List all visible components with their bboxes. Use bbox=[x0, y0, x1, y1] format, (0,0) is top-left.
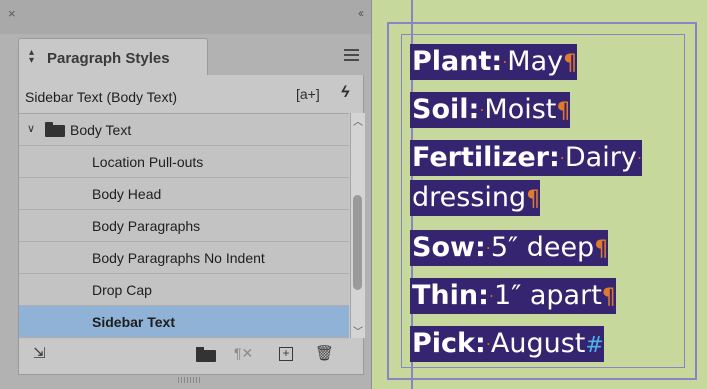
style-item-body-paragraphs[interactable]: Body Paragraphs bbox=[19, 210, 349, 242]
line-value: 1″ apart bbox=[494, 280, 602, 311]
pilcrow-icon: ¶ bbox=[556, 99, 571, 124]
style-group-body-text[interactable]: ∨ Body Text bbox=[19, 114, 349, 146]
chevron-down-icon[interactable]: ∨ bbox=[27, 122, 35, 135]
line-value: 5″ deep bbox=[490, 232, 595, 263]
new-style-with-override-button[interactable]: [a+] bbox=[296, 86, 320, 102]
pilcrow-icon: ¶ bbox=[526, 187, 541, 212]
tab-expand-icon[interactable]: ▴ ▾ bbox=[29, 48, 34, 66]
style-item-body-head[interactable]: Body Head bbox=[19, 178, 349, 210]
sidebar-line[interactable]: Pick:·August# bbox=[410, 326, 604, 362]
line-label: Plant: bbox=[412, 46, 503, 77]
panel-menu-icon[interactable] bbox=[344, 49, 359, 64]
panel-resize-grip[interactable] bbox=[178, 377, 202, 383]
sidebar-line[interactable]: Soil:·Moist¶ bbox=[410, 92, 571, 128]
sidebar-line[interactable]: Fertilizer:·Dairy· bbox=[410, 140, 642, 176]
style-item-drop-cap[interactable]: Drop Cap bbox=[19, 274, 349, 306]
sidebar-line[interactable]: Sow:·5″ deep¶ bbox=[410, 230, 609, 266]
trash-icon[interactable]: 🗑 bbox=[315, 346, 334, 361]
style-list-scrollbar[interactable]: ︿ ﹀ bbox=[350, 113, 365, 338]
load-styles-icon[interactable]: ⇲ bbox=[33, 346, 46, 361]
style-item-label: Body Head bbox=[92, 186, 162, 202]
style-item-label: Location Pull-outs bbox=[92, 154, 204, 170]
line-value: Dairy bbox=[564, 142, 637, 173]
style-item-body-paragraphs-no-indent[interactable]: Body Paragraphs No Indent bbox=[19, 242, 349, 274]
folder-icon bbox=[45, 122, 65, 137]
line-value: Moist bbox=[484, 94, 557, 125]
quick-apply-icon[interactable]: ϟ bbox=[341, 84, 349, 102]
scrollbar-thumb[interactable] bbox=[353, 195, 362, 290]
line-label: Thin: bbox=[412, 280, 489, 311]
style-item-label: Sidebar Text bbox=[92, 314, 175, 330]
new-style-icon[interactable]: + bbox=[279, 347, 293, 361]
line-label: Soil: bbox=[412, 94, 480, 125]
new-style-group-icon[interactable] bbox=[196, 347, 216, 362]
close-icon[interactable]: × bbox=[8, 7, 16, 21]
line-value: dressing bbox=[412, 182, 527, 213]
pilcrow-icon: ¶ bbox=[601, 285, 616, 310]
scroll-down-icon[interactable]: ﹀ bbox=[353, 323, 363, 338]
sidebar-line[interactable]: Plant:·May¶ bbox=[410, 44, 578, 80]
paragraph-styles-panel: × ‹‹ ▴ ▾ Paragraph Styles Sidebar Text (B… bbox=[0, 0, 372, 389]
line-label: Sow: bbox=[412, 232, 486, 263]
line-label: Fertilizer: bbox=[412, 142, 560, 173]
line-value: May bbox=[507, 46, 564, 77]
style-item-label: Body Paragraphs No Indent bbox=[92, 250, 265, 266]
style-item-sidebar-text[interactable]: Sidebar Text bbox=[19, 306, 349, 338]
panel-body: Sidebar Text (Body Text) [a+] ϟ ∨ Body T… bbox=[18, 75, 365, 375]
style-list: ∨ Body Text Location Pull-outs Body Head… bbox=[19, 113, 349, 339]
style-item-location-pull-outs[interactable]: Location Pull-outs bbox=[19, 146, 349, 178]
tab-paragraph-styles[interactable]: ▴ ▾ Paragraph Styles bbox=[18, 38, 208, 75]
pilcrow-icon: ¶ bbox=[594, 237, 609, 262]
sidebar-line[interactable]: Thin:·1″ apart¶ bbox=[410, 278, 616, 314]
style-group-label: Body Text bbox=[70, 122, 132, 138]
collapse-panel-icon[interactable]: ‹‹ bbox=[358, 6, 364, 20]
sidebar-line[interactable]: dressing¶ bbox=[410, 180, 541, 216]
panel-title-bar: × ‹‹ bbox=[0, 0, 371, 34]
tab-label: Paragraph Styles bbox=[47, 50, 170, 67]
style-item-label: Body Paragraphs bbox=[92, 218, 201, 234]
current-style-label: Sidebar Text (Body Text) bbox=[25, 89, 178, 105]
clear-overrides-icon[interactable]: ¶✕ bbox=[234, 346, 253, 361]
line-label: Pick: bbox=[412, 328, 486, 359]
panel-footer: ⇲ ¶✕ + 🗑 bbox=[19, 338, 365, 374]
line-value: August bbox=[490, 328, 586, 359]
pilcrow-icon: ¶ bbox=[563, 51, 578, 76]
style-item-label: Drop Cap bbox=[92, 282, 152, 298]
end-of-story-icon: # bbox=[585, 333, 604, 358]
space-dot: · bbox=[636, 148, 642, 168]
scroll-up-icon[interactable]: ︿ bbox=[353, 113, 363, 128]
